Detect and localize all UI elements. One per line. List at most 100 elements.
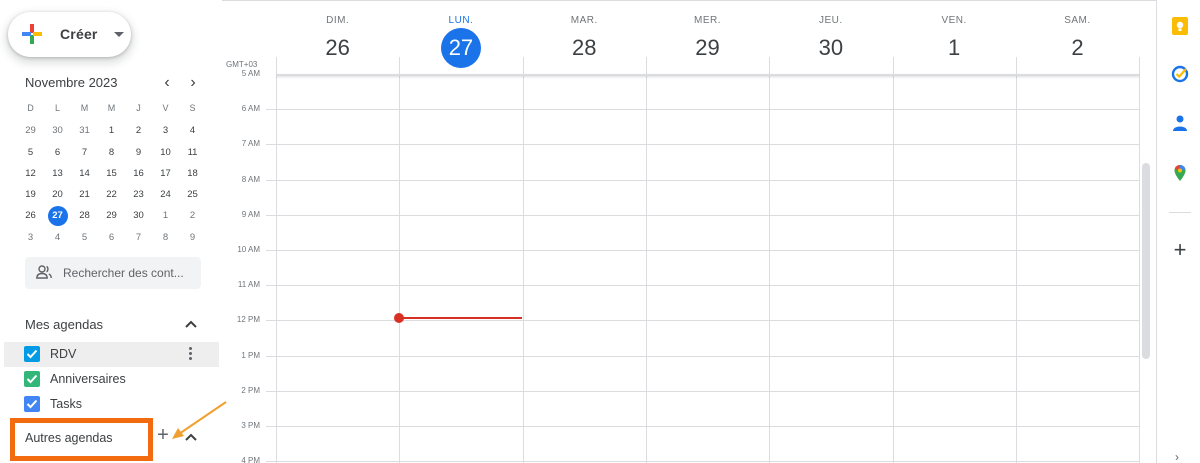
- checkbox[interactable]: [24, 346, 40, 362]
- day-number[interactable]: 28: [564, 28, 604, 68]
- mini-calendar-day[interactable]: 8: [98, 142, 125, 163]
- mini-calendar-day[interactable]: 29: [98, 205, 125, 226]
- mini-calendar-day[interactable]: 5: [17, 142, 44, 163]
- mini-calendar-day[interactable]: 30: [44, 120, 71, 141]
- mini-calendar-day[interactable]: 9: [125, 142, 152, 163]
- mini-calendar-day-number: 19: [25, 189, 36, 201]
- mini-calendar-grid: D L M M J V S 29 30 31 1 2 3 4 5 6 7 8 9 10 11 12 13 14 15 16 17 18…: [17, 99, 206, 248]
- mini-calendar-day[interactable]: 15: [98, 163, 125, 184]
- mini-calendar-day[interactable]: 2: [125, 120, 152, 141]
- calendar-item-label: Anniversaires: [50, 372, 126, 386]
- tasks-icon[interactable]: [1171, 65, 1189, 83]
- header-divider: [276, 74, 1139, 76]
- mini-calendar-prev-button[interactable]: ‹: [157, 73, 177, 93]
- checkbox[interactable]: [24, 371, 40, 387]
- mini-calendar-day[interactable]: 14: [71, 163, 98, 184]
- hour-label: 2 PM: [241, 385, 260, 395]
- add-addon-button[interactable]: +: [1170, 239, 1190, 261]
- calendar-item-rdv[interactable]: RDV: [4, 342, 219, 367]
- mini-calendar-day-number: 30: [52, 125, 63, 137]
- mini-calendar-day[interactable]: 6: [44, 142, 71, 163]
- mini-calendar-day[interactable]: 16: [125, 163, 152, 184]
- mini-calendar-day[interactable]: 25: [179, 184, 206, 205]
- mini-calendar-day[interactable]: 31: [71, 120, 98, 141]
- mini-calendar-day-number: 26: [25, 210, 36, 222]
- mini-calendar-day[interactable]: 28: [71, 205, 98, 226]
- calendar-item-anniversaires[interactable]: Anniversaires: [4, 367, 219, 392]
- mini-calendar-day-number: 16: [133, 167, 144, 179]
- day-column-divider: [522, 57, 524, 463]
- scrollbar[interactable]: [1142, 163, 1150, 359]
- mini-calendar-day[interactable]: 6: [98, 227, 125, 248]
- mini-calendar-day[interactable]: 23: [125, 184, 152, 205]
- mini-calendar-day[interactable]: 7: [71, 142, 98, 163]
- day-number[interactable]: 2: [1057, 28, 1097, 68]
- mini-calendar-day[interactable]: 22: [98, 184, 125, 205]
- mini-calendar-day[interactable]: 8: [152, 227, 179, 248]
- day-number[interactable]: 30: [811, 28, 851, 68]
- mini-calendar-day[interactable]: 1: [152, 205, 179, 226]
- hour-label: 10 AM: [237, 245, 260, 254]
- mini-calendar-day[interactable]: 4: [179, 120, 206, 141]
- mini-calendar-day[interactable]: 3: [17, 227, 44, 248]
- hour-label: 9 AM: [241, 209, 260, 219]
- mini-calendar-day[interactable]: 11: [179, 142, 206, 163]
- day-number[interactable]: 26: [318, 28, 358, 68]
- mini-calendar-day[interactable]: 30: [125, 205, 152, 226]
- day-header-4[interactable]: JEU. 30: [769, 0, 892, 75]
- mini-calendar-day-number: 13: [52, 167, 63, 179]
- more-options-icon[interactable]: [187, 346, 193, 362]
- hour-label: 8 AM: [241, 174, 260, 184]
- mini-calendar-next-button[interactable]: ›: [183, 73, 203, 93]
- day-header-0[interactable]: DIM. 26: [276, 0, 399, 75]
- mini-calendar-day-number: 29: [25, 125, 36, 137]
- week-view: DIM. 26 LUN. 27 MAR. 28 MER. 29 JEU. 30 VEN. 1 SAM. 2…: [222, 0, 1156, 463]
- mini-calendar-day[interactable]: 18: [179, 163, 206, 184]
- mini-calendar-day[interactable]: 21: [71, 184, 98, 205]
- day-header-1[interactable]: LUN. 27: [399, 0, 522, 75]
- maps-icon[interactable]: [1171, 164, 1189, 182]
- mini-calendar-day[interactable]: 26: [17, 205, 44, 226]
- expand-panel-icon[interactable]: ›: [1175, 450, 1179, 463]
- mini-calendar-day[interactable]: 17: [152, 163, 179, 184]
- chevron-up-icon[interactable]: [184, 317, 198, 331]
- contacts-icon[interactable]: [1171, 114, 1189, 132]
- mini-calendar-day[interactable]: 29: [17, 120, 44, 141]
- day-column-divider: [769, 57, 771, 463]
- mini-calendar-day[interactable]: 2: [179, 205, 206, 226]
- day-header-5[interactable]: VEN. 1: [893, 0, 1016, 75]
- mini-calendar-day-number: 21: [79, 189, 90, 201]
- mini-calendar-day-number: 31: [79, 125, 90, 137]
- day-header-2[interactable]: MAR. 28: [523, 0, 646, 75]
- mini-calendar-day[interactable]: 7: [125, 227, 152, 248]
- mini-calendar-day[interactable]: 10: [152, 142, 179, 163]
- hour-gridline: [266, 144, 1139, 146]
- mini-calendar-title: Novembre 2023: [25, 75, 118, 90]
- day-header-6[interactable]: SAM. 2: [1016, 0, 1139, 75]
- search-contacts-input[interactable]: Rechercher des cont...: [25, 257, 201, 289]
- hour-label: 1 PM: [241, 350, 260, 360]
- mini-calendar-day[interactable]: 19: [17, 184, 44, 205]
- mini-calendar-day-number: 24: [160, 189, 171, 201]
- day-number[interactable]: 27: [440, 28, 481, 68]
- check-icon: [26, 374, 38, 384]
- mini-calendar-day[interactable]: 4: [44, 227, 71, 248]
- mini-calendar-day[interactable]: 27: [44, 205, 71, 227]
- mini-calendar-day[interactable]: 12: [17, 163, 44, 184]
- day-header-3[interactable]: MER. 29: [646, 0, 769, 75]
- day-number[interactable]: 1: [934, 28, 974, 68]
- mini-calendar-day-number: 9: [135, 146, 142, 158]
- keep-icon[interactable]: [1171, 17, 1189, 35]
- mini-calendar-day[interactable]: 20: [44, 184, 71, 205]
- mini-calendar-day[interactable]: 24: [152, 184, 179, 205]
- day-number[interactable]: 29: [688, 28, 728, 68]
- mini-calendar-day[interactable]: 3: [152, 120, 179, 141]
- mini-calendar-day[interactable]: 9: [179, 227, 206, 248]
- sidebar: Créer Novembre 2023 ‹ › D L M M J V S 29 30 31 1 2 3…: [0, 0, 227, 463]
- mini-calendar-day[interactable]: 1: [98, 120, 125, 141]
- mini-calendar-day[interactable]: 13: [44, 163, 71, 184]
- mini-calendar-day[interactable]: 5: [71, 227, 98, 248]
- mini-calendar-week: 3 4 5 6 7 8 9: [17, 227, 206, 248]
- checkbox[interactable]: [24, 396, 40, 412]
- create-button[interactable]: Créer: [8, 12, 131, 57]
